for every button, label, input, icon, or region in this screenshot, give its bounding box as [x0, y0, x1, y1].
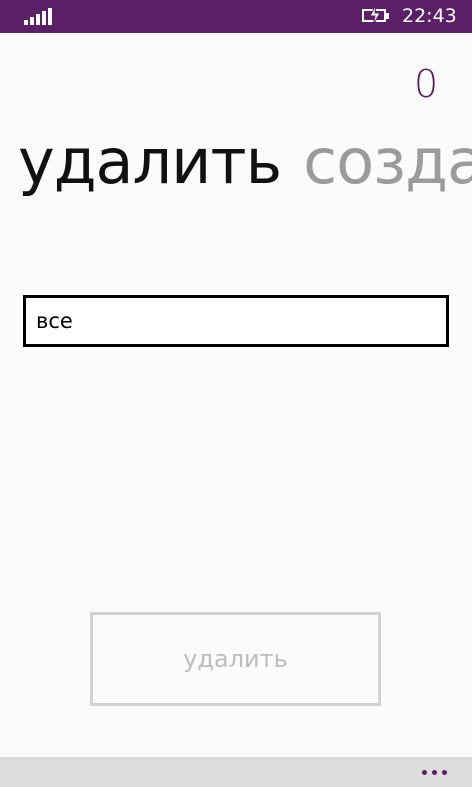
app-bar — [0, 757, 472, 787]
app-screen: 22:43 0 удалить создать удалить — [0, 0, 472, 787]
pivot-header: удалить создать — [18, 126, 472, 198]
tab-delete[interactable]: удалить — [18, 125, 282, 198]
filter-input[interactable] — [23, 295, 449, 347]
signal-strength-icon — [24, 7, 54, 25]
tab-create[interactable]: создать — [303, 125, 472, 198]
status-clock: 22:43 — [402, 5, 457, 27]
delete-button[interactable]: удалить — [90, 612, 381, 706]
status-bar: 22:43 — [0, 0, 472, 33]
item-counter: 0 — [414, 62, 439, 106]
more-ellipsis-icon[interactable] — [418, 763, 452, 781]
battery-charging-icon — [362, 5, 392, 25]
